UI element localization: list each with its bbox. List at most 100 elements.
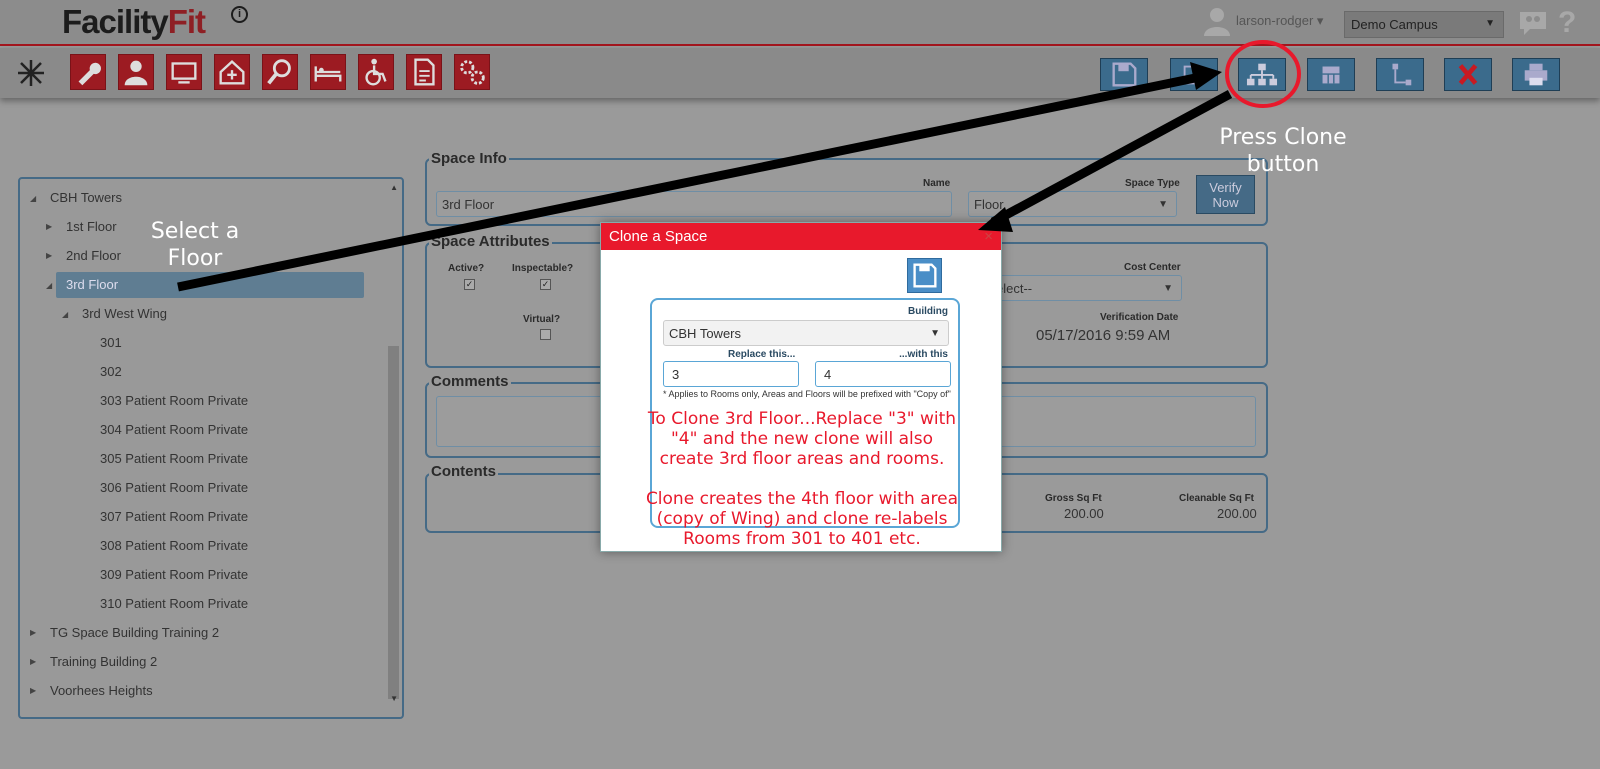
tree-item-room[interactable]: 305 Patient Room Private	[100, 446, 248, 472]
settings-button[interactable]	[454, 54, 490, 90]
inspectable-checkbox[interactable]: ✓	[540, 279, 551, 290]
cost-center-select[interactable]: elect-- ▼	[990, 275, 1182, 301]
tree-item-floor-selected[interactable]: ◢ 3rd Floor	[40, 272, 384, 298]
edit-button[interactable]	[1170, 58, 1218, 91]
tree-item-room[interactable]: 302	[100, 359, 122, 385]
verification-date-label: Verification Date	[1100, 312, 1179, 323]
tree-item-room[interactable]: 310 Patient Room Private	[100, 591, 248, 617]
space-name-input[interactable]: 3rd Floor	[436, 191, 952, 217]
tree-item-building[interactable]: ▶ TG Space Building Training 2	[30, 620, 219, 646]
people-button[interactable]	[118, 54, 154, 90]
gross-sqft-value: 200.00	[1064, 506, 1104, 521]
replace-this-label: Replace this...	[728, 349, 796, 360]
chevron-down-icon: ▼	[1158, 199, 1168, 210]
equipment-button[interactable]	[166, 54, 202, 90]
virtual-label: Virtual?	[523, 314, 561, 325]
accessibility-button[interactable]	[358, 54, 394, 90]
expanded-triangle-icon: ◢	[46, 281, 53, 290]
building-select[interactable]: CBH Towers ▼	[663, 320, 949, 346]
user-menu[interactable]: larson-rodger ▾	[1236, 13, 1323, 29]
wheelchair-icon	[365, 58, 387, 86]
wrench-icon	[78, 62, 101, 86]
connector-icon	[1392, 63, 1412, 86]
tree-item-area[interactable]: ◢ 3rd West Wing	[62, 301, 167, 327]
main-toolbar	[0, 48, 1600, 98]
tree-item-room[interactable]: 303 Patient Room Private	[100, 388, 248, 414]
inspectable-label: Inspectable?	[512, 263, 574, 274]
tree-item-building[interactable]: ▶ Voorhees Heights	[30, 678, 153, 704]
documents-button[interactable]	[406, 54, 442, 90]
search-button[interactable]	[262, 54, 298, 90]
tree-item-room[interactable]: 301	[100, 330, 122, 356]
gross-sqft-label: Gross Sq Ft	[1045, 493, 1102, 504]
tree-item-building[interactable]: ◢ CBH Towers	[30, 185, 122, 211]
select-floor-callout: Select a Floor	[150, 219, 240, 271]
virtual-checkbox[interactable]	[540, 329, 551, 340]
save-button[interactable]	[1100, 58, 1148, 91]
scroll-down-icon[interactable]: ▼	[390, 694, 398, 703]
tree-item-room[interactable]: 304 Patient Room Private	[100, 417, 248, 443]
hierarchy-icon	[1246, 63, 1278, 86]
clone-space-modal: Clone a Space × Building CBH Towers ▼ Rep…	[600, 222, 1002, 552]
edit-pencil-icon	[1183, 65, 1207, 85]
chevron-down-icon: ▼	[1485, 18, 1495, 29]
house-plus-icon	[219, 60, 245, 85]
modal-save-button[interactable]	[907, 258, 942, 293]
campus-select[interactable]: Demo Campus ▼	[1344, 11, 1504, 38]
collapsed-triangle-icon: ▶	[30, 628, 37, 637]
clone-button[interactable]	[1238, 58, 1286, 91]
modal-close-button[interactable]: ×	[984, 228, 993, 245]
tree-item-room[interactable]: 307 Patient Room Private	[100, 504, 248, 530]
space-type-select[interactable]: Floor ▼	[968, 191, 1177, 217]
replace-this-input[interactable]: 3	[663, 361, 799, 387]
facilityfit-logo[interactable]: FacilityFit	[62, 3, 206, 41]
clone-result-annotation: Clone creates the 4th floor with area (c…	[645, 489, 959, 549]
layout-button[interactable]	[1307, 58, 1355, 91]
with-this-input[interactable]: 4	[815, 361, 951, 387]
verify-now-button[interactable]: Verify Now	[1196, 175, 1255, 214]
scroll-up-icon[interactable]: ▲	[390, 183, 398, 192]
building-label: Building	[908, 306, 948, 317]
tree-scrollbar-thumb[interactable]	[388, 346, 399, 699]
clone-instruction-annotation: To Clone 3rd Floor...Replace "3" with "4…	[647, 409, 957, 469]
floppy-disk-icon	[913, 263, 937, 288]
comments-title: Comments	[429, 373, 511, 390]
monitor-icon	[171, 62, 197, 84]
collapsed-triangle-icon: ▶	[46, 251, 53, 260]
tree-item-building[interactable]: ▶ Training Building 2	[30, 649, 157, 675]
print-button[interactable]	[1512, 58, 1560, 91]
collapsed-triangle-icon: ▶	[30, 657, 37, 666]
tree-item-floor[interactable]: ▶ 2nd Floor	[46, 243, 121, 269]
info-icon[interactable]: i	[231, 6, 248, 23]
chevron-down-icon: ▼	[1163, 283, 1173, 294]
press-clone-callout: Press Clone button	[1219, 125, 1347, 177]
collapse-menu-icon[interactable]	[16, 58, 46, 88]
collapsed-triangle-icon: ▶	[46, 222, 53, 231]
maintenance-button[interactable]	[70, 54, 106, 90]
tree-item-room[interactable]: 309 Patient Room Private	[100, 562, 248, 588]
tree-item-floor[interactable]: ▶ 1st Floor	[46, 214, 117, 240]
chat-users-icon[interactable]	[1518, 10, 1548, 36]
expanded-triangle-icon: ◢	[30, 194, 37, 203]
chevron-down-icon: ▼	[930, 328, 940, 339]
expanded-triangle-icon: ◢	[62, 310, 69, 319]
floppy-disk-icon	[1112, 62, 1137, 87]
space-info-title: Space Info	[429, 150, 509, 167]
user-avatar-icon[interactable]	[1203, 6, 1231, 36]
active-checkbox[interactable]: ✓	[464, 279, 475, 290]
tree-item-room[interactable]: 306 Patient Room Private	[100, 475, 248, 501]
space-button[interactable]	[214, 54, 250, 90]
collapsed-triangle-icon: ▶	[30, 686, 37, 695]
help-icon[interactable]: ?	[1558, 6, 1588, 39]
tree-item-room[interactable]: 308 Patient Room Private	[100, 533, 248, 559]
link-button[interactable]	[1376, 58, 1424, 91]
gears-icon	[460, 60, 485, 85]
clone-note: * Applies to Rooms only, Areas and Floor…	[663, 389, 951, 399]
delete-button[interactable]	[1444, 58, 1492, 91]
with-this-label: ...with this	[899, 349, 948, 360]
printer-icon	[1524, 63, 1548, 86]
space-type-label: Space Type	[1125, 178, 1180, 189]
beds-button[interactable]	[310, 54, 346, 90]
verification-date-value: 05/17/2016 9:59 AM	[1036, 327, 1171, 344]
cleanable-sqft-value: 200.00	[1217, 506, 1257, 521]
